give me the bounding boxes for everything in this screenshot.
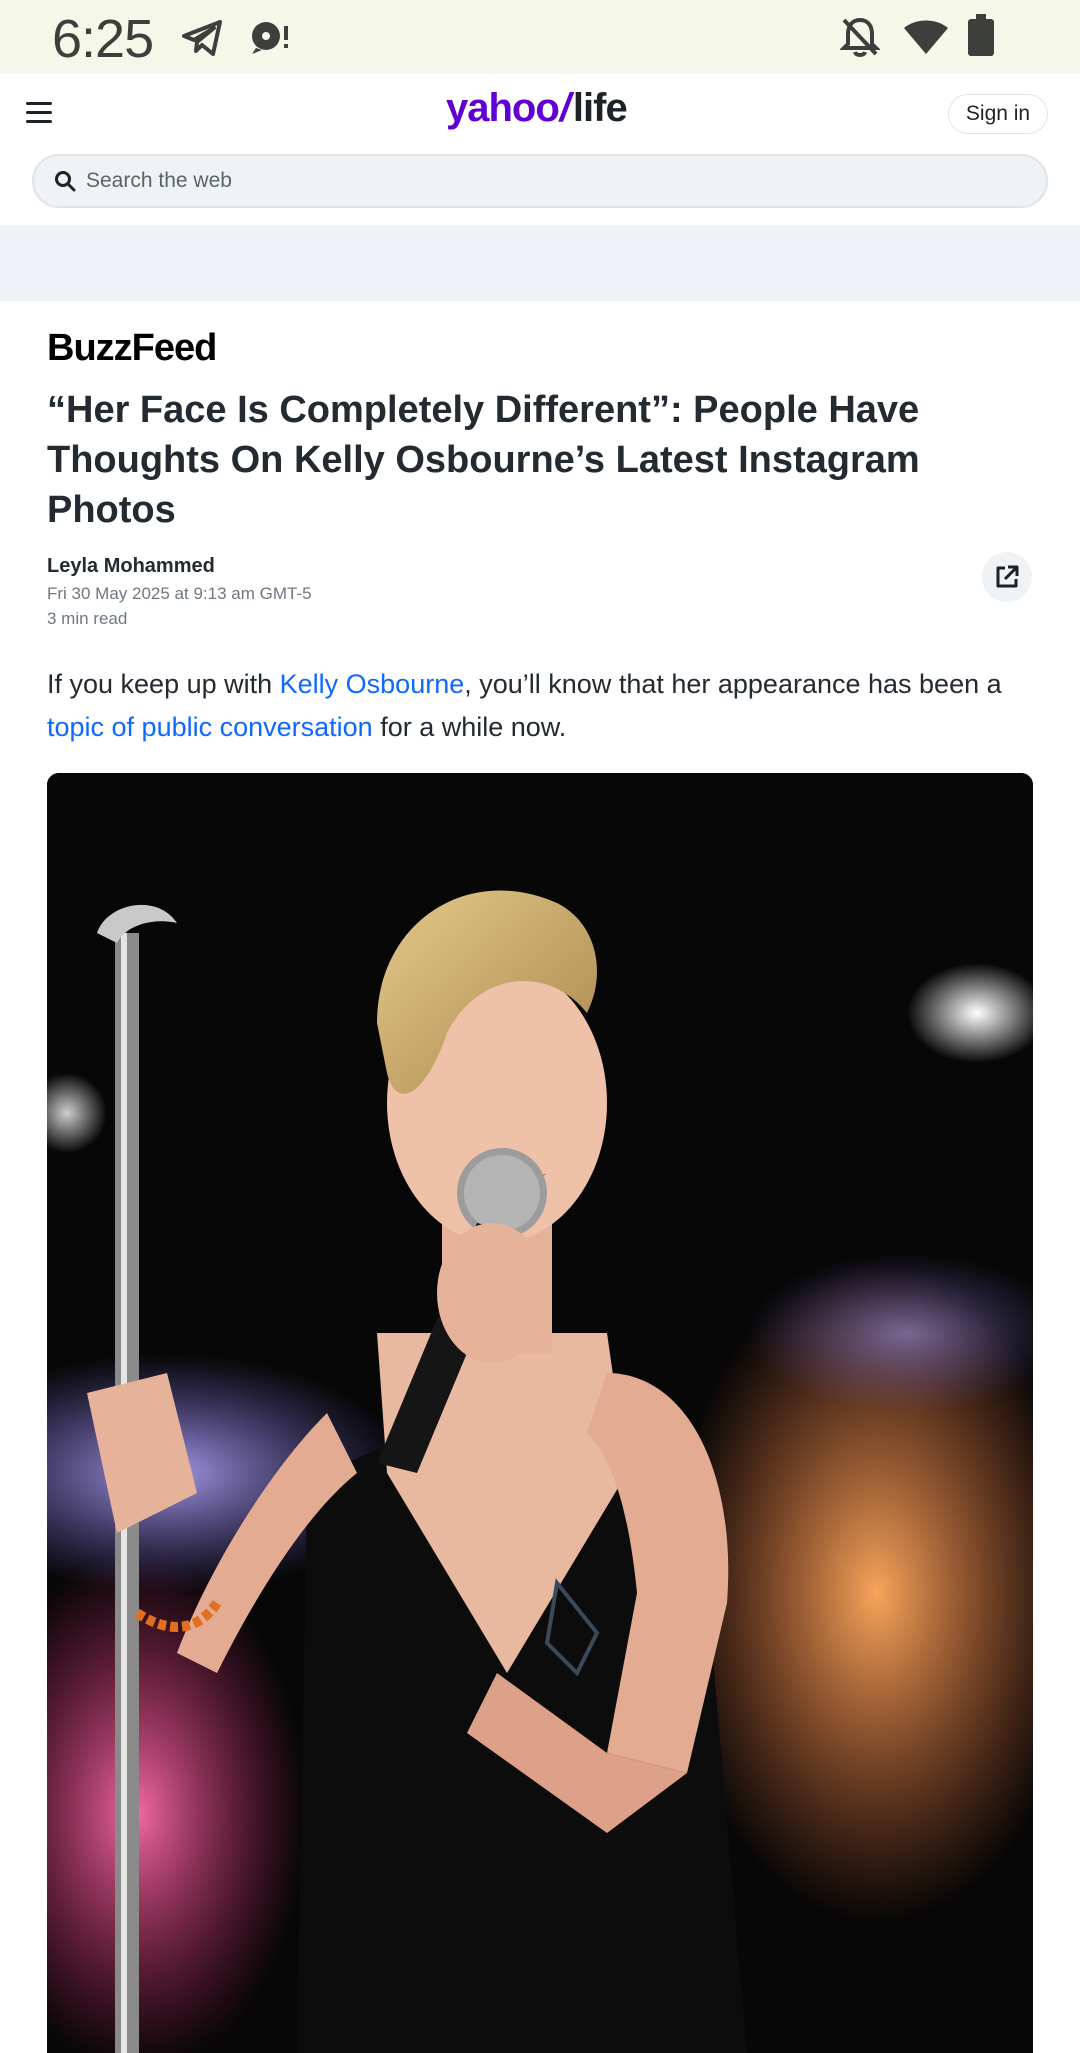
share-icon xyxy=(996,565,1019,588)
logo-life-text: life xyxy=(572,86,628,130)
publish-date: Fri 30 May 2025 at 9:13 am GMT-5 xyxy=(47,584,312,603)
podcast-icon xyxy=(252,22,288,54)
wifi-icon xyxy=(904,20,948,54)
status-time: 6:25 xyxy=(52,9,154,69)
share-button[interactable] xyxy=(982,552,1032,602)
paragraph-text: for a while now. xyxy=(372,712,567,742)
telegram-icon xyxy=(182,20,222,56)
ad-placeholder xyxy=(0,225,1080,301)
read-time: 3 min read xyxy=(47,609,128,628)
article-hero-image[interactable] xyxy=(47,773,1033,2053)
article-paragraph: If you keep up with Kelly Osbourne, you’… xyxy=(47,663,1037,749)
search-bar[interactable] xyxy=(32,154,1048,208)
article-headline: “Her Face Is Completely Different”: Peop… xyxy=(47,389,920,531)
yahoo-life-logo[interactable]: yahoo / life xyxy=(446,86,628,136)
publisher-logo[interactable]: BuzzFeed xyxy=(47,327,217,370)
link-kelly-osbourne[interactable]: Kelly Osbourne xyxy=(280,669,465,699)
battery-icon xyxy=(968,14,994,56)
sign-in-button[interactable]: Sign in xyxy=(948,94,1048,134)
paragraph-text: , you’ll know that her appearance has be… xyxy=(464,669,1002,699)
kelly-osbourne-photo xyxy=(47,773,1033,2053)
bell-off-icon xyxy=(840,17,880,57)
link-topic-of-public-conversation[interactable]: topic of public conversation xyxy=(47,712,373,742)
site-header: yahoo / life Sign in xyxy=(0,74,1080,154)
search-icon xyxy=(55,171,76,192)
logo-yahoo-text: yahoo xyxy=(446,86,560,130)
status-bar: 6:25 xyxy=(0,0,1080,74)
search-input[interactable] xyxy=(86,156,1026,206)
author-name[interactable]: Leyla Mohammed xyxy=(47,555,215,578)
paragraph-text: If you keep up with xyxy=(47,669,280,699)
logo-slash: / xyxy=(559,86,571,130)
hamburger-menu-icon[interactable] xyxy=(26,102,52,124)
